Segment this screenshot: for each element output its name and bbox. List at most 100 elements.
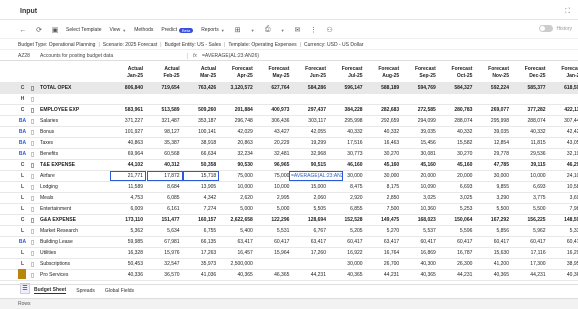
- value-cell[interactable]: 6,161: [147, 204, 183, 214]
- value-cell[interactable]: 592,224: [476, 83, 512, 93]
- value-cell[interactable]: [110, 94, 146, 104]
- row-note-icon[interactable]: ▯: [28, 204, 37, 214]
- value-cell[interactable]: 2,850: [366, 193, 402, 203]
- value-cell[interactable]: 100,141: [183, 127, 219, 137]
- row-note-icon[interactable]: ▯: [28, 259, 37, 269]
- predict-button[interactable]: Predict Beta: [161, 24, 194, 37]
- row-type-code[interactable]: BA: [18, 149, 27, 159]
- value-cell[interactable]: 3,025: [403, 193, 439, 203]
- value-cell[interactable]: 296,748: [220, 116, 256, 126]
- row-note-icon[interactable]: ▯: [28, 215, 37, 225]
- value-cell[interactable]: 295,998: [330, 116, 366, 126]
- value-cell[interactable]: 26,300: [439, 259, 475, 269]
- value-cell[interactable]: 5,335: [549, 226, 578, 236]
- value-cell[interactable]: 7,274: [183, 204, 219, 214]
- value-cell[interactable]: 9,855: [476, 182, 512, 192]
- value-cell[interactable]: 30,000: [330, 259, 366, 269]
- value-cell[interactable]: 11,815: [513, 138, 549, 148]
- value-cell[interactable]: 5,596: [439, 226, 475, 236]
- value-cell[interactable]: 10,000: [256, 182, 292, 192]
- history-toggle[interactable]: History: [539, 25, 572, 32]
- expand-icon[interactable]: ⛶: [565, 8, 570, 16]
- value-cell[interactable]: [256, 94, 292, 104]
- value-cell[interactable]: 60,417: [256, 237, 292, 247]
- value-cell[interactable]: 46,365: [256, 270, 292, 280]
- value-cell[interactable]: 60,568: [147, 149, 183, 159]
- value-cell[interactable]: =AVERAGE(AL:23:AN26): [289, 171, 343, 181]
- value-cell[interactable]: 6,755: [183, 226, 219, 236]
- value-cell[interactable]: 15,456: [403, 138, 439, 148]
- value-cell[interactable]: 21,771: [110, 171, 146, 181]
- value-cell[interactable]: 16,787: [439, 248, 475, 258]
- value-cell[interactable]: 16,869: [403, 248, 439, 258]
- value-cell[interactable]: 90,530: [220, 160, 256, 170]
- column-header[interactable]: Forecast Apr-25: [220, 63, 256, 82]
- value-cell[interactable]: 150,064: [439, 215, 475, 225]
- value-cell[interactable]: 60,417: [549, 237, 578, 247]
- value-cell[interactable]: 5,253: [439, 204, 475, 214]
- value-cell[interactable]: 30,000: [366, 171, 402, 181]
- row-type-code[interactable]: C: [18, 160, 27, 170]
- column-header[interactable]: Actual Jan-25: [110, 63, 146, 82]
- column-header[interactable]: Forecast Jul-25: [330, 63, 366, 82]
- row-type-code[interactable]: L: [18, 248, 27, 258]
- value-cell[interactable]: 20,000: [439, 171, 475, 181]
- row-note-icon[interactable]: ▯: [28, 237, 37, 247]
- value-cell[interactable]: 15,630: [476, 248, 512, 258]
- value-cell[interactable]: 67,981: [147, 237, 183, 247]
- value-cell[interactable]: 269,077: [476, 105, 512, 115]
- value-cell[interactable]: 44,231: [513, 270, 549, 280]
- value-cell[interactable]: 15,718: [183, 171, 220, 181]
- value-cell[interactable]: [366, 94, 402, 104]
- chevron-down-icon[interactable]: ▼: [281, 28, 285, 33]
- value-cell[interactable]: 160,157: [183, 215, 219, 225]
- row-type-code[interactable]: L: [18, 259, 27, 269]
- value-cell[interactable]: 40,863: [110, 138, 146, 148]
- value-cell[interactable]: 42,029: [220, 127, 256, 137]
- value-cell[interactable]: 167,292: [476, 215, 512, 225]
- row-type-code[interactable]: H: [18, 94, 27, 104]
- value-cell[interactable]: 44,231: [439, 270, 475, 280]
- value-cell[interactable]: 15,582: [439, 138, 475, 148]
- value-cell[interactable]: 75,000: [256, 171, 292, 181]
- value-cell[interactable]: 5,000: [220, 204, 256, 214]
- value-cell[interactable]: 39,035: [403, 127, 439, 137]
- value-cell[interactable]: 10,090: [403, 182, 439, 192]
- value-cell[interactable]: 5,400: [220, 226, 256, 236]
- value-cell[interactable]: 15,964: [256, 248, 292, 258]
- value-cell[interactable]: [476, 94, 512, 104]
- value-cell[interactable]: 282,683: [366, 105, 402, 115]
- value-cell[interactable]: 32,234: [220, 149, 256, 159]
- value-cell[interactable]: 297,437: [293, 105, 329, 115]
- value-cell[interactable]: 32,197: [549, 149, 578, 159]
- value-cell[interactable]: 41,200: [476, 259, 512, 269]
- value-cell[interactable]: 98,127: [147, 127, 183, 137]
- value-cell[interactable]: 17,116: [513, 248, 549, 258]
- value-cell[interactable]: 149,475: [366, 215, 402, 225]
- value-cell[interactable]: [549, 94, 578, 104]
- value-cell[interactable]: 40,336: [110, 270, 146, 280]
- value-cell[interactable]: 288,074: [439, 116, 475, 126]
- row-type-code[interactable]: L: [18, 226, 27, 236]
- value-cell[interactable]: 151,477: [147, 215, 183, 225]
- value-cell[interactable]: 152,528: [330, 215, 366, 225]
- back-icon[interactable]: ←: [18, 27, 28, 34]
- value-cell[interactable]: 38,950: [549, 259, 578, 269]
- value-cell[interactable]: 60,417: [330, 237, 366, 247]
- value-cell[interactable]: [293, 94, 329, 104]
- user-add-icon[interactable]: ⚇: [325, 26, 335, 34]
- value-cell[interactable]: 5,205: [330, 226, 366, 236]
- mail-icon[interactable]: ✉: [293, 26, 303, 34]
- value-cell[interactable]: 32,968: [293, 149, 329, 159]
- value-cell[interactable]: 5,362: [110, 226, 146, 236]
- value-cell[interactable]: 585,377: [513, 83, 549, 93]
- value-cell[interactable]: 101,927: [110, 127, 146, 137]
- value-cell[interactable]: 8,684: [147, 182, 183, 192]
- value-cell[interactable]: 32,481: [256, 149, 292, 159]
- value-cell[interactable]: 44,102: [110, 160, 146, 170]
- value-cell[interactable]: 400,973: [256, 105, 292, 115]
- row-type-code[interactable]: L: [18, 182, 27, 192]
- row-type-code[interactable]: C: [18, 83, 27, 93]
- value-cell[interactable]: [439, 94, 475, 104]
- value-cell[interactable]: 16,463: [366, 138, 402, 148]
